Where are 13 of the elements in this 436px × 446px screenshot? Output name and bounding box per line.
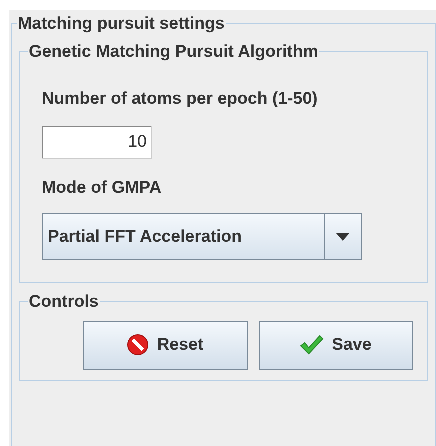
reset-button[interactable]: Reset (83, 320, 248, 370)
mode-dropdown[interactable]: Partial FFT Acceleration (42, 213, 362, 260)
mode-label: Mode of GMPA (42, 176, 163, 198)
dropdown-value: Partial FFT Acceleration (47, 226, 243, 248)
panel-title: Matching pursuit settings (17, 13, 226, 35)
atoms-input-field[interactable]: 10 (42, 126, 152, 158)
dropdown-arrow-icon (336, 232, 350, 240)
save-button[interactable]: Save (259, 320, 413, 370)
group-title: Controls (28, 291, 100, 313)
stop-icon (127, 334, 150, 356)
group-title: Genetic Matching Pursuit Algorithm (28, 40, 320, 63)
atoms-label: Number of atoms per epoch (1-50) (42, 88, 319, 110)
checkmark-icon (300, 335, 324, 355)
